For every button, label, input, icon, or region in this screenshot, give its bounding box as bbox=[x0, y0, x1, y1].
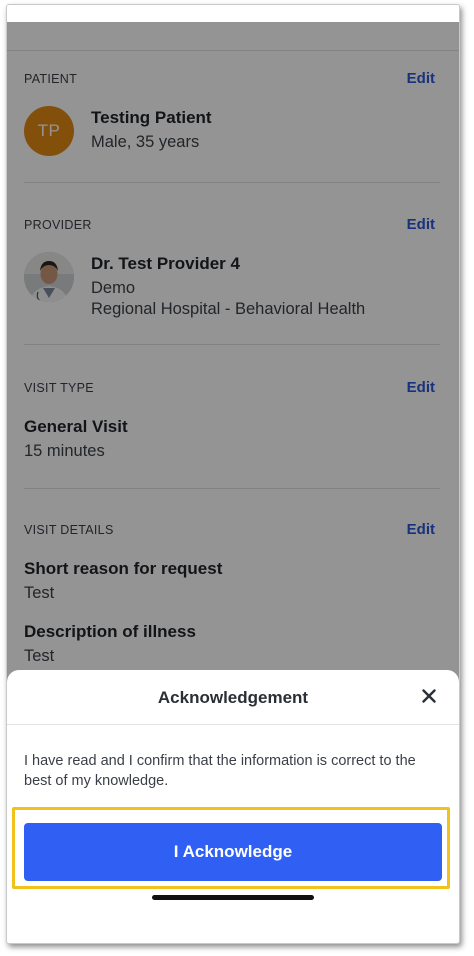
acknowledgement-sheet: Acknowledgement I have read and I confir… bbox=[7, 670, 459, 943]
acknowledge-button[interactable]: I Acknowledge bbox=[24, 823, 442, 881]
home-indicator bbox=[152, 895, 314, 900]
close-button[interactable] bbox=[417, 684, 441, 708]
close-icon bbox=[422, 689, 436, 703]
status-bar bbox=[7, 5, 459, 22]
sheet-divider bbox=[7, 724, 459, 725]
phone-frame: PATIENT Edit TP Testing Patient Male, 35… bbox=[6, 4, 460, 944]
sheet-title: Acknowledgement bbox=[157, 688, 309, 707]
acknowledgement-text: I have read and I confirm that the infor… bbox=[24, 753, 416, 789]
